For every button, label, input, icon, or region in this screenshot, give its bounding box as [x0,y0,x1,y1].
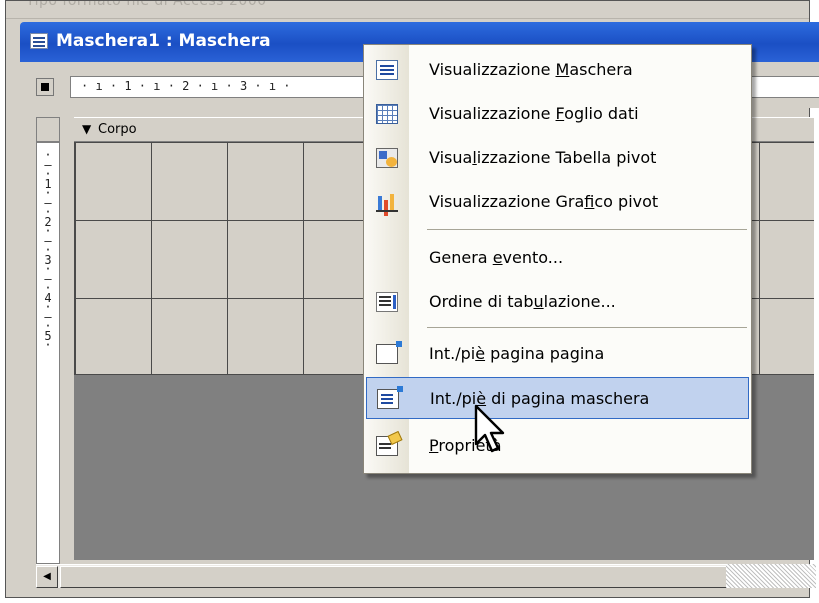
form-selector-button[interactable] [36,78,54,96]
menu-item-label: Genera evento... [429,248,564,267]
menu-separator [427,229,747,230]
scroll-left-arrow-icon[interactable]: ◀ [36,566,58,588]
menu-item-label: Visualizzazione Foglio dati [429,104,639,123]
page-header-footer-icon [376,341,402,364]
form-view-icon [376,60,398,80]
background-strip: Tipo formato file di Access 2000 [6,1,809,19]
menu-item-label: Visualizzazione Maschera [429,60,633,79]
menu-item-datasheet-view[interactable]: Visualizzazione Foglio dati [366,93,749,135]
menu-separator [427,327,747,328]
mouse-pointer-icon [474,404,505,453]
menu-item-label: Int./piè di pagina maschera [430,389,650,408]
menu-item-label: Visualizzazione Tabella pivot [429,148,657,167]
pivot-table-icon [376,148,398,168]
menu-item-tab-order[interactable]: Ordine di tabulazione... [366,281,749,323]
menu-item-pivot-table-view[interactable]: Visualizzazione Tabella pivot [366,137,749,179]
section-label: Corpo [98,122,137,137]
vertical-ruler[interactable]: · – · 1 · – · 2 · – · 3 · – · 4 · – · 5 … [36,142,60,564]
form-header-footer-icon [377,386,403,409]
form-icon [30,33,48,49]
menu-item-form-view[interactable]: Visualizzazione Maschera [366,49,749,91]
vertical-ruler-text: · – · 1 · – · 2 · – · 3 · – · 4 · – · 5 … [44,148,52,352]
tab-order-icon [376,292,398,312]
properties-icon [376,436,398,456]
menu-item-label: Int./piè pagina pagina [429,344,605,363]
menu-item-label: Visualizzazione Grafico pivot [429,192,659,211]
background-text: Tipo formato file di Access 2000 [26,0,267,9]
horizontal-scrollbar[interactable]: ◀ [36,564,750,588]
menu-item-properties[interactable]: Proprietà [366,425,749,467]
datasheet-icon [376,104,398,124]
scrollbar-corner [726,564,816,588]
scroll-thumb[interactable] [60,566,750,588]
window-title: Maschera1 : Maschera [56,31,271,51]
section-selector[interactable] [36,117,60,142]
menu-item-label: Ordine di tabulazione... [429,292,616,311]
menu-item-page-header-footer[interactable]: Int./piè pagina pagina [366,333,749,375]
menu-item-build-event[interactable]: Genera evento... [366,237,749,279]
pivot-chart-icon [376,192,398,212]
menu-item-form-header-footer[interactable]: Int./piè di pagina maschera [366,377,749,419]
context-menu: Visualizzazione Maschera Visualizzazione… [363,44,752,474]
menu-item-pivot-chart-view[interactable]: Visualizzazione Grafico pivot [366,181,749,223]
section-arrow-icon: ▼ [82,122,92,136]
